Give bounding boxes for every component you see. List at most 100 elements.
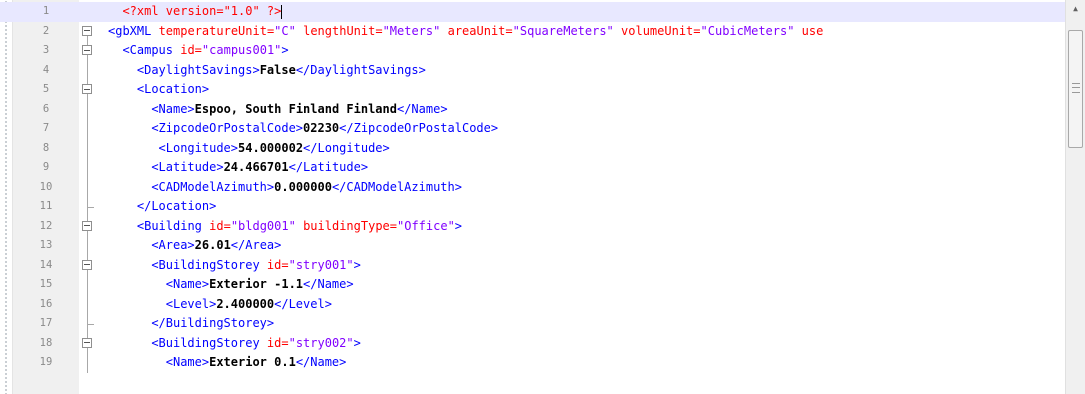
code-text[interactable]: <Name>Exterior 0.1</Name>: [166, 353, 347, 373]
code-line-row[interactable]: 7 <ZipcodeOrPostalCode>02230</ZipcodeOrPo…: [0, 119, 1085, 139]
fold-collapse-icon[interactable]: [82, 45, 92, 55]
code-text[interactable]: <Area>26.01</Area>: [151, 236, 281, 256]
token-val: "stry002": [288, 335, 354, 350]
line-number: 11: [39, 200, 53, 212]
token-tag: <Level>: [165, 296, 217, 311]
fold-collapse-icon[interactable]: [82, 220, 92, 231]
fold-guide: [87, 216, 88, 221]
code-text[interactable]: <Building id="bldg001" buildingType="Off…: [137, 217, 462, 237]
fold-end-marker: [87, 197, 94, 208]
code-text[interactable]: <ZipcodeOrPostalCode>02230</ZipcodeOrPos…: [151, 119, 498, 139]
token-attr: id=: [266, 335, 289, 350]
line-number: 15: [39, 278, 53, 290]
line-number: 16: [39, 297, 53, 310]
code-line-row[interactable]: 1 <?xml version="1.0" ?>: [0, 2, 1085, 22]
code-text[interactable]: <Level>2.400000</Level>: [166, 295, 332, 315]
token-val: "Meters": [382, 23, 441, 38]
token-tag: >: [281, 43, 289, 57]
code-line-row[interactable]: 13 <Area>26.01</Area>: [0, 236, 1085, 256]
fold-collapse-icon[interactable]: [82, 337, 92, 348]
line-number: 17: [39, 317, 53, 329]
code-line-row[interactable]: 19 <Name>Exterior 0.1</Name>: [0, 353, 1085, 373]
token-attr: id=: [266, 257, 289, 272]
line-number: 1: [42, 5, 50, 17]
token-tag: <Location>: [136, 82, 210, 96]
token-tag: <BuildingStorey: [151, 335, 267, 350]
fold-guide: [87, 275, 88, 295]
code-text[interactable]: <BuildingStorey id="stry002">: [151, 334, 361, 354]
line-number: 5: [42, 83, 50, 95]
token-txt: Exterior 0.1: [209, 355, 296, 369]
line-number: 18: [39, 336, 53, 349]
fold-guide: [87, 99, 88, 119]
token-val: "bldg001": [230, 218, 296, 233]
token-tag: <Name>: [165, 277, 210, 291]
token-tag: </Location>: [136, 199, 217, 213]
fold-guide: [87, 119, 88, 139]
code-line-row[interactable]: 5 <Location>: [0, 80, 1085, 100]
fold-guide: [87, 294, 88, 314]
code-line-row[interactable]: 12 <Building id="bldg001" buildingType="O…: [0, 216, 1085, 237]
fold-guide: [87, 324, 88, 334]
code-line-row[interactable]: 14 <BuildingStorey id="stry001">: [0, 255, 1085, 276]
token-txt: Exterior -1.1: [209, 277, 304, 291]
code-editor[interactable]: 1 <?xml version="1.0" ?> 2 <gbXML temperatu…: [0, 0, 1085, 394]
token-val: "stry001": [288, 257, 354, 272]
token-tag: </BuildingStorey>: [151, 316, 275, 330]
token-tag: </Name>: [303, 277, 354, 291]
code-line-row[interactable]: 8 <Longitude>54.000002</Longitude>: [0, 138, 1085, 159]
code-text[interactable]: <Latitude>24.466701</Latitude>: [151, 158, 368, 178]
token-tag: </Name>: [295, 355, 347, 369]
code-text[interactable]: <Name>Espoo, South Finland Finland</Name…: [151, 100, 447, 120]
code-text[interactable]: <Name>Exterior -1.1</Name>: [166, 275, 354, 295]
code-text[interactable]: <gbXML temperatureUnit="C" lengthUnit="M…: [108, 22, 823, 42]
code-text[interactable]: <Longitude>54.000002</Longitude>: [159, 139, 390, 159]
code-text[interactable]: <CADModelAzimuth>0.000000</CADModelAzimu…: [151, 178, 462, 198]
code-text[interactable]: </Location>: [137, 197, 216, 217]
line-number: 6: [42, 102, 50, 115]
code-text[interactable]: <BuildingStorey id="stry001">: [151, 256, 361, 276]
fold-collapse-icon[interactable]: [82, 84, 92, 94]
line-number: 12: [39, 219, 53, 232]
grip-lines-icon: [1072, 83, 1080, 93]
vertical-scrollbar[interactable]: ▲: [1065, 0, 1085, 394]
fold-guide: [87, 158, 88, 178]
token-txt: 2.400000: [216, 296, 275, 311]
fold-guide: [87, 138, 88, 158]
token-tag: <Area>: [151, 238, 195, 252]
fold-collapse-icon[interactable]: [82, 259, 92, 270]
token-val: "CubicMeters": [700, 23, 795, 38]
text-caret: [281, 4, 283, 19]
fold-guide: [87, 236, 88, 256]
fold-guide: [87, 177, 88, 197]
token-attr: buildingType=: [303, 218, 397, 233]
code-text[interactable]: </BuildingStorey>: [151, 314, 274, 334]
token-attr: areaUnit=: [447, 23, 513, 38]
line-number: 19: [39, 356, 53, 368]
code-line-row[interactable]: 10 <CADModelAzimuth>0.000000</CADModelAzi…: [0, 177, 1085, 198]
token-val: "Office": [397, 218, 455, 233]
code-line-row[interactable]: 6 <Name>Espoo, South Finland Finland</Nam…: [0, 99, 1085, 120]
token-tag: >: [353, 335, 361, 350]
code-text[interactable]: <Campus id="campus001">: [122, 41, 288, 61]
line-number: 13: [39, 239, 53, 251]
code-line-row[interactable]: 16 <Level>2.400000</Level>: [0, 294, 1085, 315]
code-line-row[interactable]: 17 </BuildingStorey>: [0, 314, 1085, 334]
scroll-up-arrow-icon[interactable]: ▲: [1066, 0, 1085, 17]
code-line-row[interactable]: 18 <BuildingStorey id="stry002">: [0, 333, 1085, 354]
code-line-row[interactable]: 15 <Name>Exterior -1.1</Name>: [0, 275, 1085, 295]
code-text[interactable]: <Location>: [137, 80, 209, 100]
fold-collapse-icon[interactable]: [82, 25, 92, 36]
code-line-row[interactable]: 11 </Location>: [0, 197, 1085, 217]
token-attr: volumeUnit=: [621, 23, 701, 38]
code-line-row[interactable]: 3 <Campus id="campus001">: [0, 41, 1085, 61]
scrollbar-thumb[interactable]: [1068, 30, 1083, 148]
fold-end-marker: [87, 314, 94, 325]
code-line-row[interactable]: 2 <gbXML temperatureUnit="C" lengthUnit="…: [0, 22, 1085, 42]
fold-guide: [87, 333, 88, 338]
code-line-row[interactable]: 4 <DaylightSavings>False</DaylightSavings…: [0, 60, 1085, 81]
code-line-row[interactable]: 9 <Latitude>24.466701</Latitude>: [0, 158, 1085, 178]
code-text[interactable]: <DaylightSavings>False</DaylightSavings>: [137, 61, 426, 81]
code-text[interactable]: <?xml version="1.0" ?>: [122, 2, 283, 22]
line-number: 4: [42, 63, 50, 76]
